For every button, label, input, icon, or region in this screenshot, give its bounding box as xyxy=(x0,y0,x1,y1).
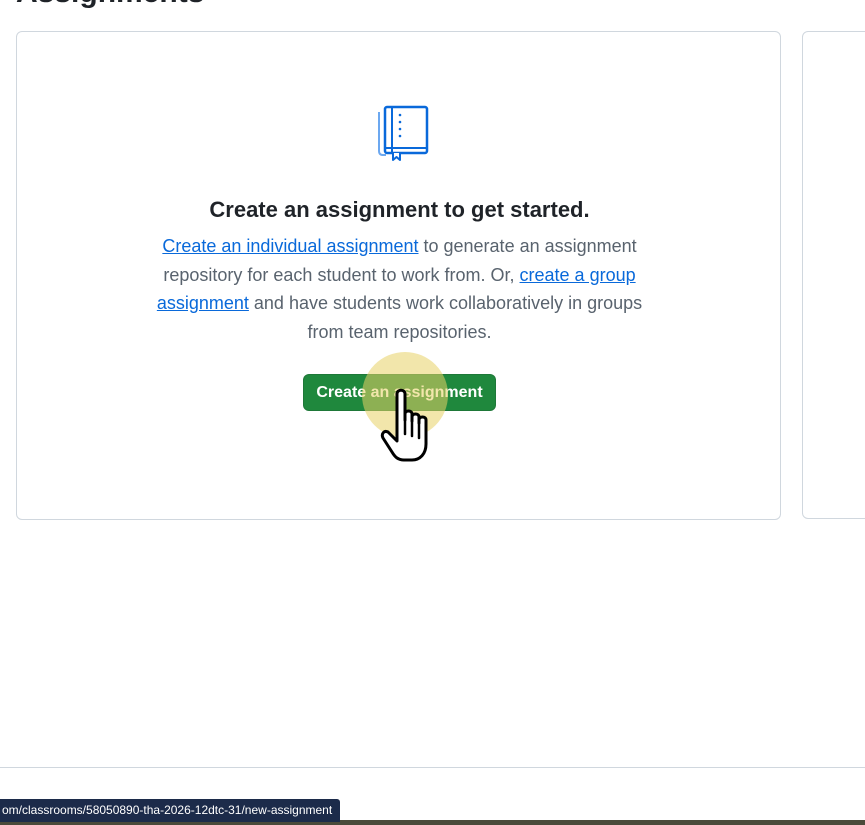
create-individual-assignment-link[interactable]: Create an individual assignment xyxy=(162,236,418,256)
status-bar-url: om/classrooms/58050890-tha-2026-12dtc-31… xyxy=(0,799,341,822)
description-text-2: and have students work collaboratively i… xyxy=(248,293,643,342)
page-title: Assignments xyxy=(16,0,204,8)
create-assignment-button[interactable]: Create an assignment xyxy=(303,374,496,411)
side-card xyxy=(802,31,865,519)
assignments-blankslate-card: Create an assignment to get started. Cre… xyxy=(16,31,781,520)
footer-divider xyxy=(0,767,865,768)
blankslate-title: Create an assignment to get started. xyxy=(209,197,590,222)
book-icon xyxy=(378,105,429,161)
blankslate-description: Create an individual assignment to gener… xyxy=(147,232,652,346)
